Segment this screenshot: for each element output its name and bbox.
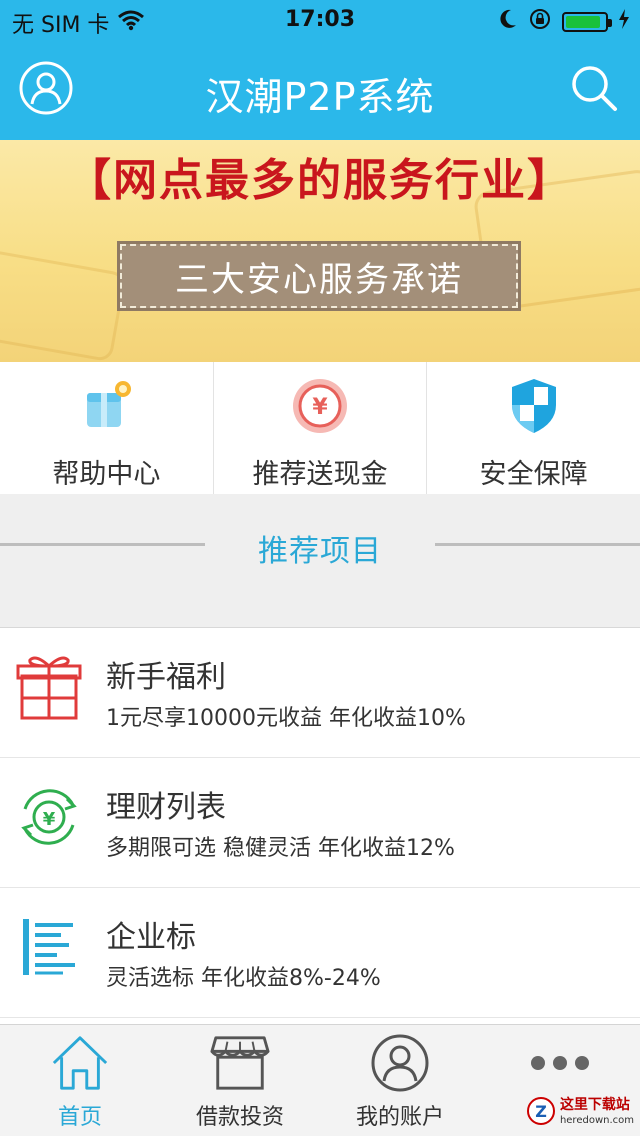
tab-home[interactable]: 首页 xyxy=(0,1025,160,1136)
status-bar: 无 SIM 卡 17:03 xyxy=(0,0,640,40)
search-icon xyxy=(569,63,619,117)
recommended-section-header: 推荐项目 xyxy=(0,494,640,628)
watermark-logo-icon: Z xyxy=(526,1096,556,1130)
tab-loan-invest[interactable]: 借款投资 xyxy=(160,1025,320,1136)
svg-text:¥: ¥ xyxy=(312,395,328,420)
app-header: 汉潮P2P系统 xyxy=(0,40,640,140)
quick-item-label: 帮助中心 xyxy=(52,459,161,490)
rotation-lock-icon xyxy=(528,7,552,37)
battery-icon xyxy=(562,12,612,32)
yen-cycle-icon: ¥ xyxy=(14,780,84,854)
list-icon xyxy=(14,910,84,984)
watermark-text: 这里下载站 xyxy=(559,1097,630,1113)
page-title: 汉潮P2P系统 xyxy=(205,75,435,119)
product-item-newbie-welfare[interactable]: 新手福利 1元尽享10000元收益 年化收益10% xyxy=(0,628,640,758)
watermark-domain: heredown.com xyxy=(559,1115,634,1126)
quick-item-referral[interactable]: ¥ 推荐送现金 xyxy=(214,362,428,494)
banner-decoration xyxy=(0,247,127,362)
product-list: 新手福利 1元尽享10000元收益 年化收益10% ¥ 理财列表 多期限可选 稳… xyxy=(0,628,640,1018)
product-title: 理财列表 xyxy=(106,790,226,825)
home-icon xyxy=(50,1033,110,1093)
gift-box-icon xyxy=(76,376,136,436)
shield-icon xyxy=(504,376,564,436)
battery-level xyxy=(566,16,600,28)
moon-icon xyxy=(498,8,518,36)
product-desc: 多期限可选 稳健灵活 年化收益12% xyxy=(106,836,455,861)
more-icon xyxy=(530,1033,590,1093)
charging-icon xyxy=(618,9,630,35)
banner-subtitle: 三大安心服务承诺 xyxy=(117,241,521,311)
shop-icon xyxy=(210,1033,270,1093)
tab-label: 我的账户 xyxy=(355,1105,444,1130)
yen-coin-icon: ¥ xyxy=(290,376,350,436)
quick-item-help-center[interactable]: 帮助中心 xyxy=(0,362,214,494)
site-watermark: Z 这里下载站 heredown.com xyxy=(526,1096,634,1130)
tab-my-account[interactable]: 我的账户 xyxy=(320,1025,480,1136)
tab-label: 借款投资 xyxy=(195,1105,284,1130)
section-title: 推荐项目 xyxy=(258,534,382,569)
gift-icon xyxy=(14,650,84,724)
svg-text:¥: ¥ xyxy=(43,809,56,830)
quick-item-security[interactable]: 安全保障 xyxy=(427,362,640,494)
battery-tip xyxy=(608,19,612,27)
quick-item-label: 推荐送现金 xyxy=(252,459,388,490)
quick-menu: 帮助中心 ¥ 推荐送现金 安全保障 xyxy=(0,362,640,494)
divider xyxy=(435,543,640,546)
promo-banner[interactable]: 【网点最多的服务行业】 三大安心服务承诺 xyxy=(0,140,640,362)
account-icon xyxy=(370,1033,430,1093)
tab-label: 首页 xyxy=(57,1105,102,1130)
product-desc: 1元尽享10000元收益 年化收益10% xyxy=(106,706,466,731)
product-title: 新手福利 xyxy=(106,660,226,695)
banner-headline: 【网点最多的服务行业】 xyxy=(67,155,573,206)
product-title: 企业标 xyxy=(106,920,196,955)
product-desc: 灵活选标 年化收益8%-24% xyxy=(106,966,381,991)
status-right xyxy=(498,7,630,37)
search-button[interactable] xyxy=(564,60,624,120)
quick-item-label: 安全保障 xyxy=(479,459,588,490)
product-item-enterprise-loan[interactable]: 企业标 灵活选标 年化收益8%-24% xyxy=(0,888,640,1018)
svg-text:Z: Z xyxy=(535,1102,547,1121)
product-item-finance-list[interactable]: ¥ 理财列表 多期限可选 稳健灵活 年化收益12% xyxy=(0,758,640,888)
